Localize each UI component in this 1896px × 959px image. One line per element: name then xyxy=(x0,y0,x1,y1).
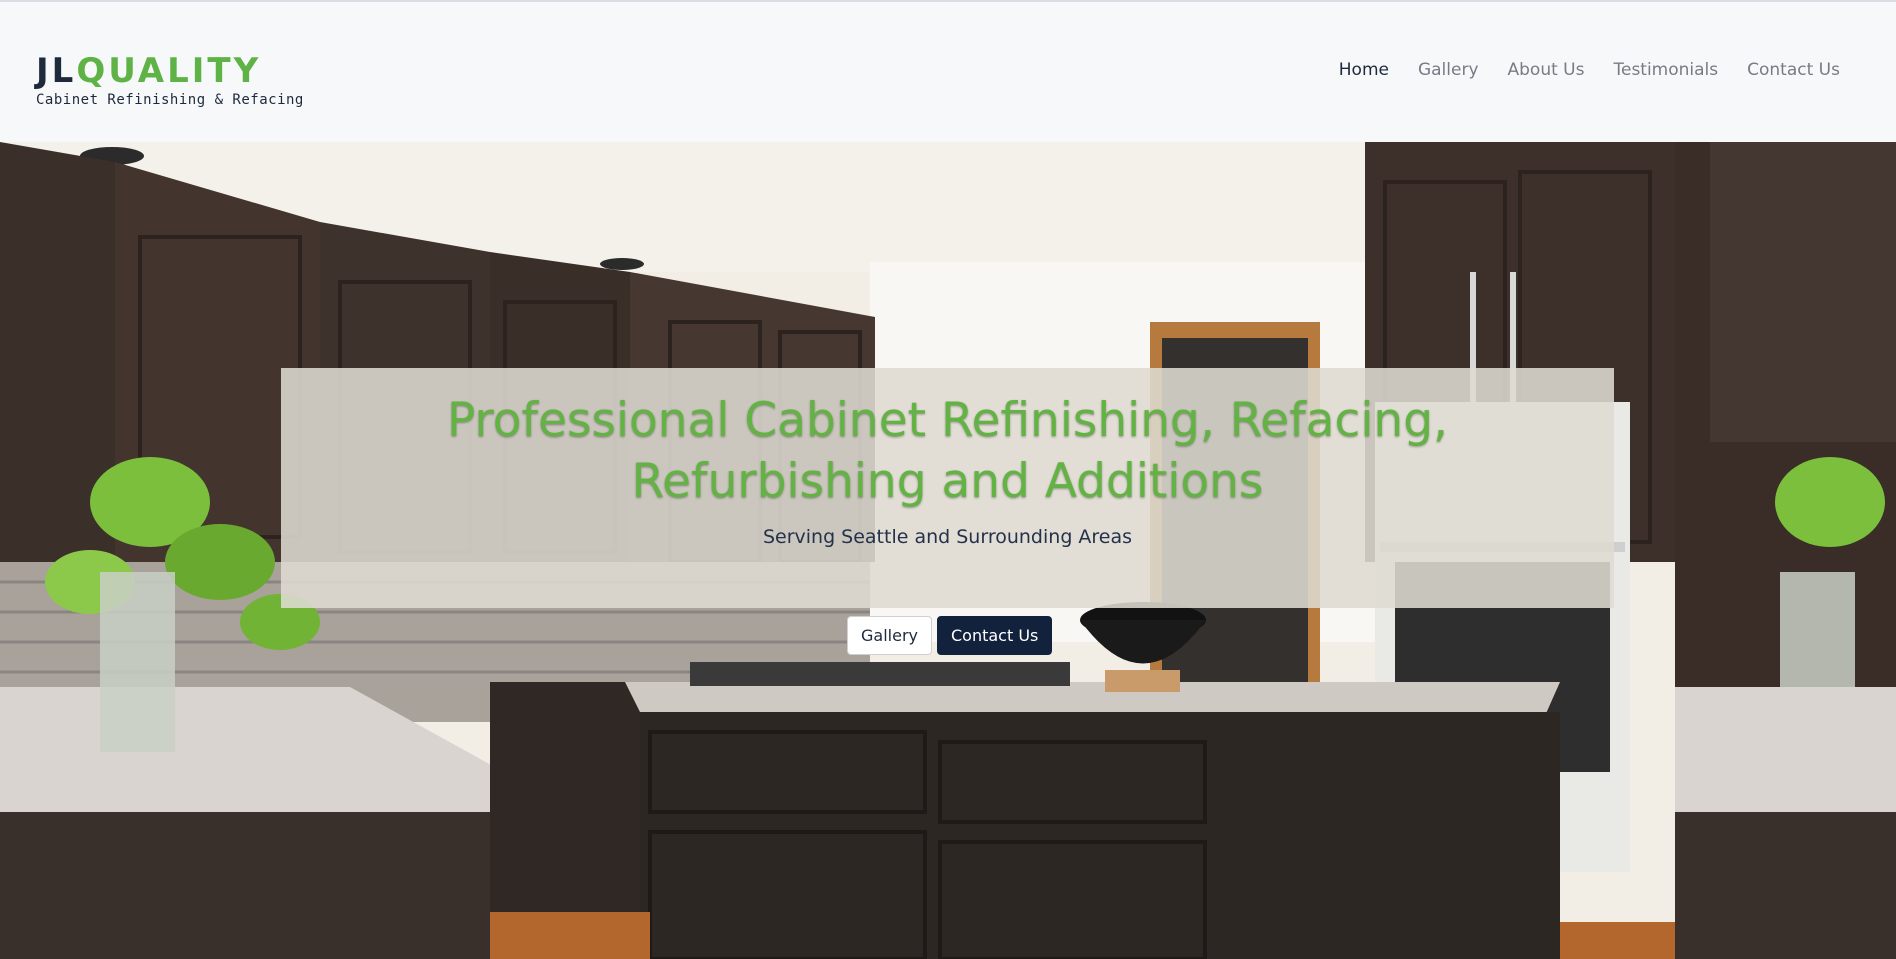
main-nav: Home Gallery About Us Testimonials Conta… xyxy=(1339,60,1840,80)
nav-contact-us[interactable]: Contact Us xyxy=(1747,60,1840,80)
hero-text-panel: Professional Cabinet Refinishing, Refaci… xyxy=(281,368,1614,608)
contact-us-button[interactable]: Contact Us xyxy=(936,616,1053,655)
hero-subheadline: Serving Seattle and Surrounding Areas xyxy=(762,526,1133,548)
nav-about-us[interactable]: About Us xyxy=(1508,60,1585,80)
logo-tagline: Cabinet Refinishing & Refacing xyxy=(36,92,304,108)
hero-section: Professional Cabinet Refinishing, Refaci… xyxy=(0,142,1896,959)
nav-home[interactable]: Home xyxy=(1339,60,1389,80)
site-logo[interactable]: JLQUALITY Cabinet Refinishing & Refacing xyxy=(36,54,304,108)
logo-quality: QUALITY xyxy=(76,51,262,91)
nav-testimonials[interactable]: Testimonials xyxy=(1613,60,1718,80)
site-header: JLQUALITY Cabinet Refinishing & Refacing… xyxy=(0,2,1896,142)
hero-headline: Professional Cabinet Refinishing, Refaci… xyxy=(447,393,1448,509)
logo-jl: JL xyxy=(36,51,77,91)
gallery-button[interactable]: Gallery xyxy=(847,616,932,655)
hero-cta-group: Gallery Contact Us xyxy=(847,616,1053,655)
logo-wordmark: JLQUALITY xyxy=(36,54,304,88)
nav-gallery[interactable]: Gallery xyxy=(1418,60,1479,80)
